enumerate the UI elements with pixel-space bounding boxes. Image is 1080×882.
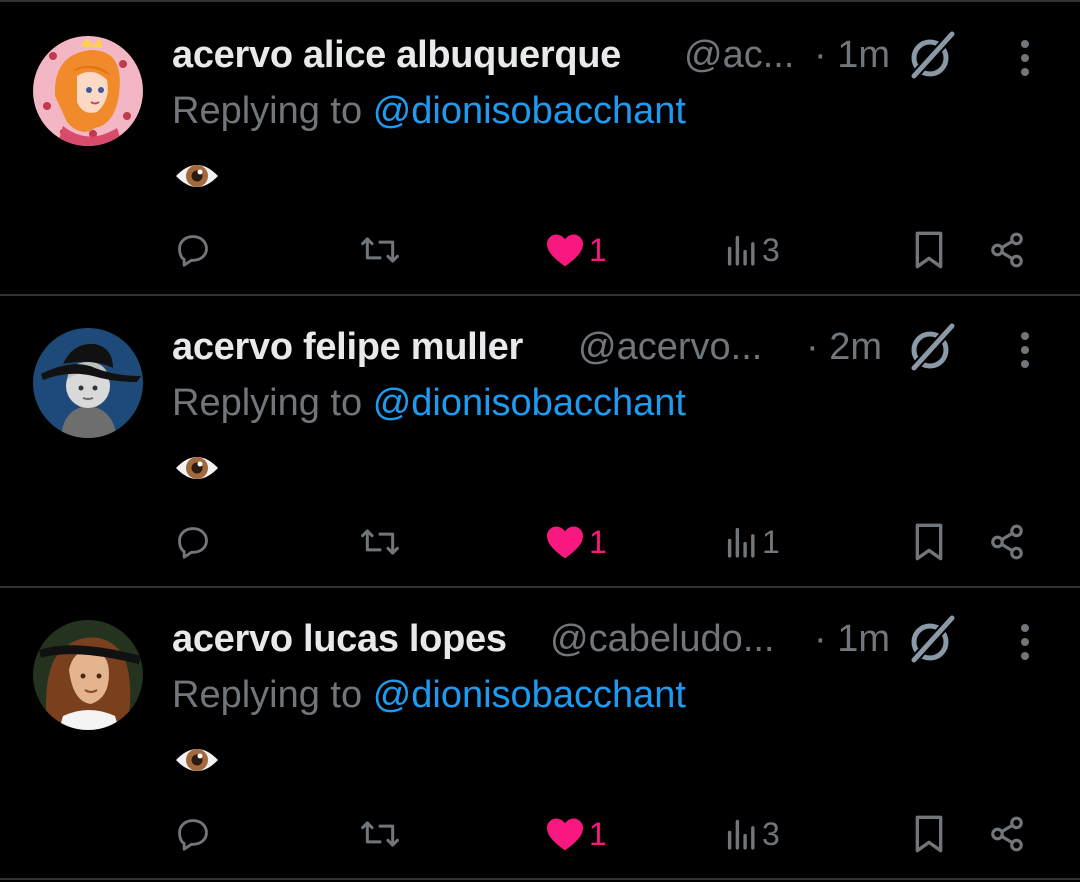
share-button[interactable] [988,514,1026,570]
action-bar: 1 1 [0,514,1080,570]
like-button[interactable]: 1 [545,222,607,278]
bookmark-icon [915,815,943,853]
more-options-icon[interactable] [1010,38,1040,78]
views-button[interactable]: 3 [726,222,780,278]
avatar[interactable] [33,328,143,438]
like-button[interactable]: 1 [545,514,607,570]
username[interactable]: @acervo... [578,326,762,369]
repost-button[interactable] [358,514,402,570]
top-divider [0,0,1080,2]
username[interactable]: @ac... [684,34,794,77]
replying-to-line: Replying to @dionisobacchant [172,382,686,425]
timestamp[interactable]: · 1m [814,618,890,661]
mention-link[interactable]: @dionisobacchant [373,90,686,132]
more-options-icon[interactable] [1010,330,1040,370]
reply-button[interactable] [174,806,212,862]
repost-icon [361,821,399,847]
bookmark-button[interactable] [912,806,946,862]
bookmark-button[interactable] [912,222,946,278]
action-bar: 1 3 [0,806,1080,862]
views-button[interactable]: 3 [726,806,780,862]
repost-button[interactable] [358,222,402,278]
replying-to-label: Replying to [172,674,363,716]
grok-icon[interactable] [906,322,958,374]
views-chart-icon [727,235,755,266]
username[interactable]: @cabeludo... [550,618,775,661]
repost-icon [361,237,399,263]
repost-icon [361,529,399,555]
reply-icon [178,819,208,851]
display-name[interactable]: acervo felipe muller [172,326,523,369]
timestamp[interactable]: · 1m [814,34,890,77]
reply-icon [178,235,208,267]
tweet-card[interactable]: acervo felipe muller @acervo... · 2m Rep… [0,296,1080,588]
tweet-header: acervo alice albuquerque @ac... · 1m [172,30,902,80]
views-chart-icon [727,819,755,850]
tweet-card[interactable]: acervo alice albuquerque @ac... · 1m Rep… [0,4,1080,296]
avatar-image [33,620,143,730]
eye-emoji-icon [176,457,218,479]
heart-filled-icon [547,818,583,851]
views-chart-icon [727,527,755,558]
mention-link[interactable]: @dionisobacchant [373,674,686,716]
tweet-header: acervo felipe muller @acervo... · 2m [172,322,902,372]
avatar[interactable] [33,620,143,730]
avatar-image [33,328,143,438]
avatar-image [33,36,143,146]
reply-button[interactable] [174,514,212,570]
grok-icon[interactable] [906,30,958,82]
like-button[interactable]: 1 [545,806,607,862]
heart-filled-icon [547,526,583,559]
like-count: 1 [589,815,607,852]
bookmark-icon [915,523,943,561]
replying-to-line: Replying to @dionisobacchant [172,90,686,133]
view-count: 3 [762,231,780,268]
replying-to-line: Replying to @dionisobacchant [172,674,686,717]
grok-icon[interactable] [906,614,958,666]
reply-button[interactable] [174,222,212,278]
heart-filled-icon [547,234,583,267]
view-count: 1 [762,523,780,560]
timestamp[interactable]: · 2m [806,326,882,369]
mention-link[interactable]: @dionisobacchant [373,382,686,424]
share-button[interactable] [988,806,1026,862]
bookmark-icon [915,231,943,269]
repost-button[interactable] [358,806,402,862]
like-count: 1 [589,523,607,560]
eye-emoji-icon [176,749,218,771]
like-count: 1 [589,231,607,268]
share-icon [991,232,1023,268]
action-bar: 1 3 [0,222,1080,278]
replying-to-label: Replying to [172,382,363,424]
replying-to-label: Replying to [172,90,363,132]
view-count: 3 [762,815,780,852]
tweet-card[interactable]: acervo lucas lopes @cabeludo... · 1m Rep… [0,588,1080,880]
share-button[interactable] [988,222,1026,278]
share-icon [991,816,1023,852]
more-options-icon[interactable] [1010,622,1040,662]
display-name[interactable]: acervo lucas lopes [172,618,507,661]
reply-icon [178,527,208,559]
views-button[interactable]: 1 [726,514,780,570]
avatar[interactable] [33,36,143,146]
bookmark-button[interactable] [912,514,946,570]
eye-emoji-icon [176,165,218,187]
share-icon [991,524,1023,560]
display-name[interactable]: acervo alice albuquerque [172,34,621,77]
tweet-header: acervo lucas lopes @cabeludo... · 1m [172,614,902,664]
